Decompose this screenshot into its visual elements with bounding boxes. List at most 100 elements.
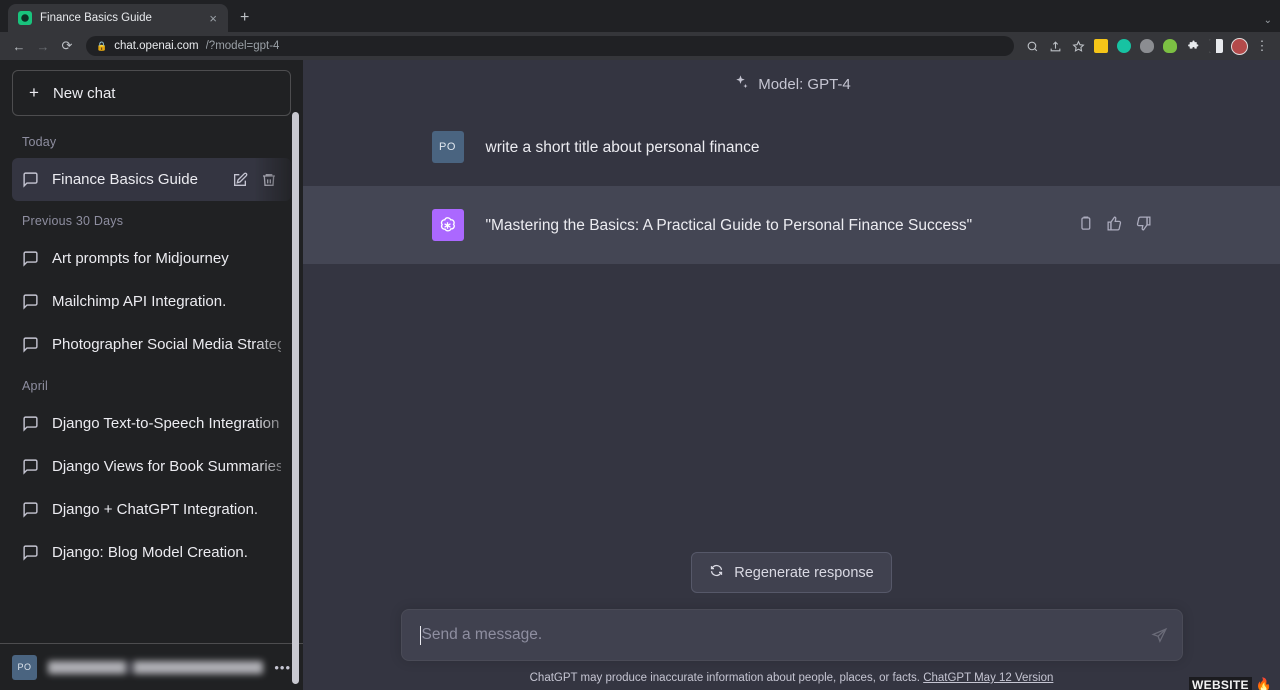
browser-tab[interactable]: Finance Basics Guide ×: [8, 4, 228, 32]
sparkles-icon: [732, 74, 749, 95]
chat-bubble-icon: [22, 458, 39, 475]
extensions-puzzle-icon[interactable]: [1183, 36, 1203, 56]
message-actions: [1077, 209, 1152, 241]
url-host: chat.openai.com: [114, 40, 198, 52]
message-input-box[interactable]: Send a message.: [401, 609, 1183, 661]
conversation-title: Mailchimp API Integration.: [52, 293, 226, 310]
message-row-user: PO write a short title about personal fi…: [303, 108, 1280, 186]
group-label-april: April: [12, 366, 291, 402]
reload-icon[interactable]: ⟳: [56, 35, 78, 57]
copy-icon[interactable]: [1077, 215, 1094, 241]
conversation-item-mailchimp-api[interactable]: Mailchimp API Integration.: [12, 280, 291, 323]
sidebar: + New chat Today Finance Basics Guide: [0, 60, 303, 690]
message-row-assistant: "Mastering the Basics: A Practical Guide…: [303, 186, 1280, 264]
trash-icon[interactable]: [261, 172, 277, 188]
browser-tab-strip: Finance Basics Guide × + ⌄: [0, 0, 1280, 32]
toolbar-icons: ⋮: [1022, 36, 1272, 56]
sidebar-scrollbar[interactable]: [292, 112, 299, 684]
plus-icon: +: [29, 83, 39, 103]
message-thread: PO write a short title about personal fi…: [303, 108, 1280, 264]
conversation-item-finance-basics-guide[interactable]: Finance Basics Guide: [12, 158, 291, 201]
new-tab-button[interactable]: +: [240, 9, 249, 27]
new-chat-button[interactable]: + New chat: [12, 70, 291, 116]
tab-title: Finance Basics Guide: [40, 12, 198, 24]
conversation-item-django-blog-model[interactable]: Django: Blog Model Creation.: [12, 531, 291, 574]
edit-icon[interactable]: [232, 172, 248, 188]
chat-bubble-icon: [22, 250, 39, 267]
version-link[interactable]: ChatGPT May 12 Version: [923, 672, 1053, 684]
conversation-list[interactable]: Today Finance Basics Guide: [0, 122, 303, 643]
conversation-title: Django Text-to-Speech Integration: [52, 415, 279, 432]
regenerate-label: Regenerate response: [734, 565, 873, 581]
extension-split-icon[interactable]: [1206, 36, 1226, 56]
extension-notes-icon[interactable]: [1091, 36, 1111, 56]
share-icon[interactable]: [1045, 36, 1065, 56]
model-indicator: Model: GPT-4: [303, 60, 1280, 108]
chatgpt-favicon-icon: [18, 11, 32, 25]
chat-bubble-icon: [22, 293, 39, 310]
thumbs-up-icon[interactable]: [1106, 215, 1123, 241]
back-icon[interactable]: ←: [8, 35, 30, 57]
conversation-title: Photographer Social Media Strategy: [52, 336, 281, 353]
send-paper-plane-icon[interactable]: [1151, 627, 1168, 644]
sidebar-header: + New chat: [0, 60, 303, 122]
forward-icon[interactable]: →: [32, 35, 54, 57]
zoom-search-icon[interactable]: [1022, 36, 1042, 56]
user-account-row[interactable]: PO •••: [12, 653, 291, 681]
chat-bubble-icon: [22, 501, 39, 518]
new-chat-label: New chat: [53, 85, 116, 102]
close-icon[interactable]: ×: [206, 10, 220, 27]
chat-bubble-icon: [22, 336, 39, 353]
conversation-item-django-views[interactable]: Django Views for Book Summaries: [12, 445, 291, 488]
watermark: WEBSITE 🔥: [1189, 677, 1272, 690]
browser-toolbar: ← → ⟳ 🔒 chat.openai.com /?model=gpt-4: [0, 32, 1280, 60]
regenerate-row: Regenerate response: [303, 552, 1280, 593]
composer-area: Regenerate response Send a message. Chat…: [303, 552, 1280, 690]
chatgpt-app: + New chat Today Finance Basics Guide: [0, 60, 1280, 690]
thumbs-down-icon[interactable]: [1135, 215, 1152, 241]
chat-bubble-icon: [22, 544, 39, 561]
refresh-icon: [709, 563, 724, 582]
regenerate-response-button[interactable]: Regenerate response: [691, 552, 891, 593]
bookmark-star-icon[interactable]: [1068, 36, 1088, 56]
group-label-previous-30-days: Previous 30 Days: [12, 201, 291, 237]
user-menu-icon[interactable]: •••: [274, 660, 291, 675]
conversation-actions: [232, 172, 281, 188]
avatar: PO: [432, 131, 464, 163]
message-text: write a short title about personal finan…: [486, 131, 1152, 163]
message-input-placeholder: Send a message.: [422, 626, 1151, 644]
avatar: PO: [12, 655, 37, 680]
conversation-title: Django + ChatGPT Integration.: [52, 501, 258, 518]
conversation-item-django-chatgpt[interactable]: Django + ChatGPT Integration.: [12, 488, 291, 531]
conversation-item-django-tts[interactable]: Django Text-to-Speech Integration: [12, 402, 291, 445]
disclaimer: ChatGPT may produce inaccurate informati…: [303, 661, 1280, 684]
text-caret: [420, 626, 421, 645]
extension-upload-icon[interactable]: [1160, 36, 1180, 56]
address-bar[interactable]: 🔒 chat.openai.com /?model=gpt-4: [86, 36, 1014, 56]
sidebar-footer: PO •••: [0, 643, 303, 690]
conversation-item-photographer-social-media[interactable]: Photographer Social Media Strategy: [12, 323, 291, 366]
window-controls[interactable]: ⌄: [1264, 15, 1272, 26]
browser-window: Finance Basics Guide × + ⌄ ← → ⟳ 🔒 chat.…: [0, 0, 1280, 690]
lock-icon: 🔒: [96, 41, 107, 52]
url-path: /?model=gpt-4: [206, 40, 280, 52]
extension-mouse-icon[interactable]: [1137, 36, 1157, 56]
conversation-title: Django Views for Book Summaries: [52, 458, 281, 475]
conversation-title: Finance Basics Guide: [52, 171, 198, 188]
thread-spacer: [303, 264, 1280, 552]
browser-menu-icon[interactable]: ⋮: [1252, 36, 1272, 56]
openai-logo-icon: [432, 209, 464, 241]
extension-chat-icon[interactable]: [1114, 36, 1134, 56]
profile-avatar[interactable]: [1229, 36, 1249, 56]
conversation-item-art-prompts[interactable]: Art prompts for Midjourney: [12, 237, 291, 280]
conversation-title: Art prompts for Midjourney: [52, 250, 229, 267]
chat-bubble-icon: [22, 171, 39, 188]
model-label: Model: GPT-4: [758, 76, 851, 93]
user-name-redacted: [48, 661, 263, 674]
chat-bubble-icon: [22, 415, 39, 432]
group-label-today: Today: [12, 122, 291, 158]
disclaimer-text: ChatGPT may produce inaccurate informati…: [530, 672, 924, 684]
conversation-title: Django: Blog Model Creation.: [52, 544, 248, 561]
watermark-text: WEBSITE: [1189, 677, 1252, 690]
message-text: "Mastering the Basics: A Practical Guide…: [486, 209, 1045, 241]
